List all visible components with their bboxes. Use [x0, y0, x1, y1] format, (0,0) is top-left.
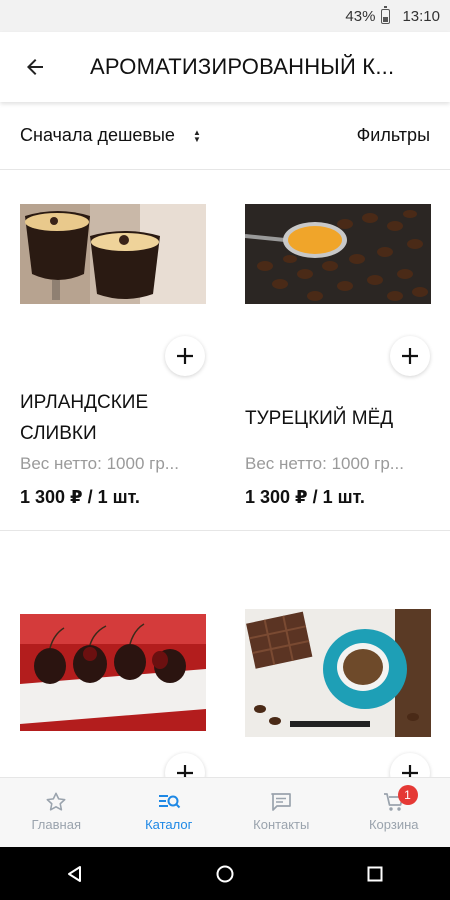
plus-icon [177, 348, 193, 364]
home-circle-icon[interactable] [215, 864, 235, 884]
cart-badge: 1 [397, 785, 418, 805]
product-weight: Вес нетто: 1000 гр... [20, 454, 179, 473]
battery-icon [381, 5, 391, 24]
bottom-navigation: Главная Каталог Контакты 1 Корзина [0, 777, 450, 847]
nav-item-cart[interactable]: 1 Корзина [338, 778, 450, 847]
sort-dropdown[interactable]: Сначала дешевые ▲ ▼ [20, 125, 201, 146]
product-image-turkish-honey [245, 204, 431, 304]
nav-label: Контакты [253, 817, 310, 832]
app-bar: АРОМАТИЗИРОВАННЫЙ К... [0, 32, 450, 102]
page-title: АРОМАТИЗИРОВАННЫЙ К... [90, 54, 395, 79]
add-to-cart-button[interactable] [390, 336, 430, 376]
product-image-irish-cream [20, 204, 206, 304]
nav-item-home[interactable]: Главная [0, 778, 113, 847]
product-price: 1 300 ₽ / 1 шт. [20, 487, 140, 507]
star-icon [46, 792, 66, 811]
sort-label: Сначала дешевые [20, 125, 175, 145]
back-arrow-icon [27, 59, 43, 75]
product-image-chocolate-cherries [20, 614, 206, 731]
catalog-search-icon [158, 795, 180, 809]
sort-filter-bar: Сначала дешевые ▲ ▼ Фильтры [0, 102, 450, 170]
plus-icon [402, 348, 418, 364]
nav-label: Корзина [368, 817, 419, 832]
system-navigation-bar [0, 847, 450, 900]
nav-label: Главная [31, 817, 81, 832]
nav-label: Каталог [145, 817, 193, 832]
product-card[interactable]: ТУРЕЦКИЙ МЁД Вес нетто: 1000 гр... 1 300… [225, 171, 450, 531]
product-card[interactable]: ИРЛАНДСКИЕ СЛИВКИ Вес нетто: 1000 гр... … [0, 171, 225, 531]
add-to-cart-button[interactable] [165, 336, 205, 376]
product-image-chocolate-coffee [245, 609, 431, 737]
recents-square-icon[interactable] [365, 864, 385, 884]
status-bar: 43% 13:10 [0, 0, 450, 32]
product-weight: Вес нетто: 1000 гр... [245, 454, 404, 473]
nav-item-contacts[interactable]: Контакты [225, 778, 338, 847]
product-card[interactable] [225, 531, 450, 793]
message-icon [271, 793, 292, 811]
sort-arrows-icon: ▲ ▼ [192, 127, 201, 144]
back-button[interactable] [0, 32, 70, 102]
product-price: 1 300 ₽ / 1 шт. [245, 487, 365, 507]
battery-percent: 43% [345, 7, 376, 25]
product-card[interactable] [0, 531, 225, 793]
back-triangle-icon[interactable] [65, 864, 85, 884]
filters-button[interactable]: Фильтры [357, 125, 430, 146]
product-name: ТУРЕЦКИЙ МЁД [245, 408, 394, 429]
product-name: ИРЛАНДСКИЕ СЛИВКИ [20, 392, 149, 444]
clock: 13:10 [402, 7, 440, 25]
nav-item-catalog[interactable]: Каталог [113, 778, 226, 847]
